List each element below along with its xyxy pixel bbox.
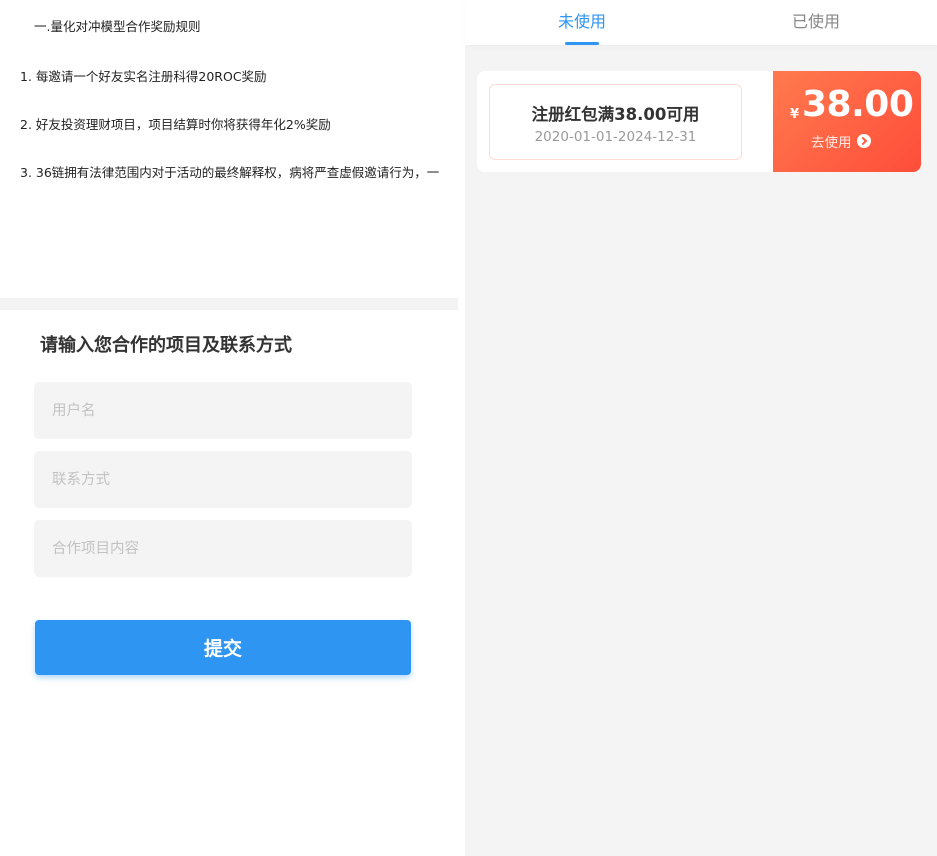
rule-item: 3. 36链拥有法律范围内对于活动的最终解释权，病将严查虚假邀请行为，一 — [20, 165, 440, 180]
project-content-input[interactable] — [34, 520, 412, 577]
coupon-tabs: 未使用 已使用 — [465, 0, 937, 45]
submit-button[interactable]: 提交 — [35, 620, 411, 675]
rule-item: 2. 好友投资理财项目，项目结算时你将获得年化2%奖励 — [20, 117, 331, 132]
perforated-edge — [769, 71, 779, 172]
chevron-right-circle-icon — [856, 134, 871, 148]
form-title: 请输入您合作的项目及联系方式 — [40, 335, 292, 356]
currency-symbol: ¥ — [790, 107, 800, 122]
coupon-body: 注册红包满38.00可用 2020-01-01-2024-12-31 — [477, 71, 787, 172]
coupon-panel: 未使用 已使用 注册红包满38.00可用 2020-01-01-2024-12-… — [465, 0, 937, 856]
coupon-stub[interactable]: ¥ 38.00 去使用 — [769, 71, 921, 172]
coupon-card: 注册红包满38.00可用 2020-01-01-2024-12-31 ¥ 38.… — [477, 71, 921, 172]
use-coupon-button[interactable]: 去使用 — [811, 131, 871, 151]
username-input[interactable] — [34, 382, 412, 439]
coupon-name: 注册红包满38.00可用 — [531, 105, 700, 124]
contact-input[interactable] — [34, 451, 412, 508]
invite-rules-panel: 一.量化对冲模型合作奖励规则 1. 每邀请一个好友实名注册科得20ROC奖励 2… — [0, 0, 465, 856]
coupon-info-box: 注册红包满38.00可用 2020-01-01-2024-12-31 — [489, 84, 742, 160]
section-divider — [0, 298, 458, 310]
active-tab-indicator — [565, 42, 599, 45]
rule-item: 1. 每邀请一个好友实名注册科得20ROC奖励 — [20, 69, 267, 84]
tab-used[interactable]: 已使用 — [756, 8, 876, 32]
tab-unused[interactable]: 未使用 — [522, 8, 642, 32]
rules-title: 一.量化对冲模型合作奖励规则 — [34, 19, 201, 34]
use-coupon-label: 去使用 — [811, 135, 852, 151]
coupon-amount: 38.00 — [802, 84, 914, 125]
coupon-date-range: 2020-01-01-2024-12-31 — [534, 129, 697, 145]
